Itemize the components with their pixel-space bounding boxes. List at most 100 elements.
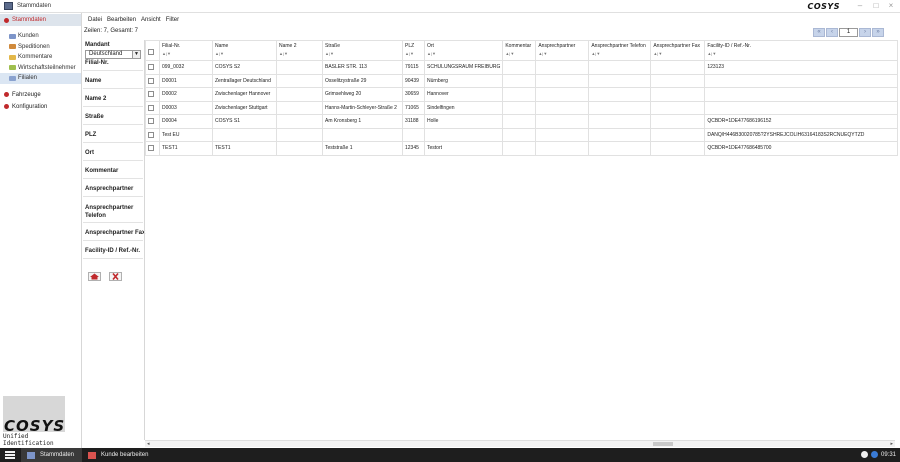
filter-input-ansprechpartner-fax[interactable] [83, 240, 143, 241]
filter-input-facility-id[interactable] [83, 258, 143, 259]
next-page-button[interactable]: › [859, 28, 871, 37]
table-cell: QCBDR=1DE477686485700 [704, 141, 899, 156]
menu-datei[interactable]: Datei [88, 17, 102, 23]
table-row[interactable]: D0004 COSYS S1 Am Kronsberg 1 31188 Holle QCB… [145, 114, 899, 129]
menu-filter[interactable]: Filter [166, 17, 179, 23]
row-checkbox[interactable] [148, 118, 154, 125]
menu-ansicht[interactable]: Ansicht [141, 17, 161, 23]
table-row[interactable]: D0002 Zwischenlager Hannover Grimsehlweg 2… [145, 87, 899, 102]
row-select-cell[interactable] [145, 60, 160, 75]
filter-input-name[interactable] [83, 88, 143, 89]
select-all-cell[interactable] [145, 40, 160, 61]
nav-section-konfiguration[interactable]: Konfiguration [0, 101, 81, 113]
menu-bar: Datei Bearbeiten Ansicht Filter [83, 14, 900, 26]
sidebar-item-wirtschaftsteilnehmer[interactable]: Wirtschaftsteilnehmer [0, 63, 81, 74]
sort-icon[interactable]: ▲|▼ [427, 51, 500, 56]
close-icon[interactable]: × [885, 1, 897, 11]
row-select-cell[interactable] [145, 127, 160, 142]
scroll-right-icon[interactable]: ▸ [890, 441, 893, 447]
nav-section-fahrzeuge[interactable]: Fahrzeuge [0, 89, 81, 101]
chevron-down-icon[interactable]: ▼ [132, 51, 140, 58]
mandant-select[interactable]: Deutschland ▼ [85, 50, 141, 59]
sort-icon[interactable]: ▲|▼ [538, 51, 586, 56]
page-input[interactable]: 1 [839, 28, 858, 37]
nav-section-stammdaten[interactable]: Stammdaten [0, 14, 81, 26]
table-cell: Zwischenlager Hannover [212, 87, 277, 102]
table-cell: Nürnberg [423, 73, 504, 88]
sort-icon[interactable]: ▲|▼ [505, 51, 533, 56]
start-menu-icon[interactable] [5, 451, 15, 459]
table-cell [502, 60, 537, 75]
column-header[interactable]: Name 2 ▲|▼ [276, 40, 323, 61]
column-header[interactable]: Ansprechpartner ▲|▼ [535, 40, 590, 61]
filter-input-name2[interactable] [83, 106, 143, 107]
table-row[interactable]: 099_0032 COSYS S2 BASLER STR. 113 79115 SCHU… [145, 60, 899, 75]
column-header[interactable]: Filial-Nr. ▲|▼ [159, 40, 213, 61]
sidebar-item-speditionen[interactable]: Speditionen [0, 42, 81, 53]
table-cell [276, 100, 323, 115]
sort-icon[interactable]: ▲|▼ [215, 51, 274, 56]
customers-icon [88, 451, 97, 459]
sort-icon[interactable]: ▲|▼ [591, 51, 648, 56]
filter-input-kommentar[interactable] [83, 178, 143, 179]
row-checkbox[interactable] [148, 77, 154, 84]
row-select-cell[interactable] [145, 114, 160, 129]
column-header[interactable]: Kommentar ▲|▼ [502, 40, 537, 61]
row-checkbox[interactable] [148, 145, 154, 152]
sort-icon[interactable]: ▲|▼ [325, 51, 400, 56]
filter-input-ort[interactable] [83, 160, 143, 161]
column-header[interactable]: Ort ▲|▼ [423, 40, 504, 61]
column-header[interactable]: Facility-ID / Ref.-Nr. ▲|▼ [704, 40, 899, 61]
clear-filter-button[interactable] [109, 272, 122, 281]
sort-icon[interactable]: ▲|▼ [405, 51, 422, 56]
minimize-icon[interactable]: – [854, 1, 866, 11]
menu-bearbeiten[interactable]: Bearbeiten [107, 17, 136, 23]
column-header[interactable]: Straße ▲|▼ [322, 40, 403, 61]
table-cell [502, 127, 537, 142]
table-row[interactable]: Test EU DANQ/H446B30020785?2YSHREJCOLIH63… [145, 127, 899, 142]
network-icon[interactable] [860, 451, 868, 458]
sort-icon[interactable]: ▲|▼ [707, 51, 895, 56]
table-cell: Test EU [159, 127, 213, 142]
home-button[interactable] [88, 272, 101, 281]
column-header[interactable]: Ansprechpartner Telefon ▲|▼ [588, 40, 652, 61]
row-select-cell[interactable] [145, 141, 160, 156]
column-header[interactable]: Ansprechpartner Fax ▲|▼ [650, 40, 706, 61]
row-checkbox[interactable] [148, 131, 154, 138]
horizontal-scrollbar[interactable]: ◂ ▸ [145, 440, 895, 447]
row-checkbox[interactable] [148, 64, 154, 71]
column-header[interactable]: Name ▲|▼ [212, 40, 277, 61]
row-checkbox[interactable] [148, 91, 154, 98]
row-checkbox[interactable] [148, 104, 154, 111]
scroll-left-icon[interactable]: ◂ [147, 441, 150, 447]
taskbar-item-kunde-bearbeiten[interactable]: Kunde bearbeiten [82, 448, 156, 462]
logo-tagline: Unified Identification [3, 433, 54, 447]
column-header[interactable]: PLZ ▲|▼ [402, 40, 425, 61]
sidebar-item-filialen[interactable]: Filialen [0, 73, 81, 84]
table-row[interactable]: TEST1 TEST1 Teststraße 1 12345 Testort QCBDR=… [145, 141, 899, 156]
row-select-cell[interactable] [145, 100, 160, 115]
data-table: Filial-Nr. ▲|▼ Name ▲|▼ Name 2 ▲|▼ Straße ▲|… [145, 40, 899, 156]
table-row[interactable]: D0003 Zwischenlager Stuttgart Hanns-Martin… [145, 100, 899, 115]
row-select-cell[interactable] [145, 87, 160, 102]
filter-input-filial-nr[interactable] [83, 70, 143, 71]
last-page-button[interactable]: » [872, 28, 884, 37]
filter-input-strasse[interactable] [83, 124, 143, 125]
filter-input-ansprechpartner-telefon[interactable] [83, 222, 143, 223]
taskbar-item-stammdaten[interactable]: Stammdaten [21, 448, 83, 462]
table-row[interactable]: D0001 Zentrallager Deutschland Osselitzyst… [145, 73, 899, 88]
sidebar-item-kommentare[interactable]: Kommentare [0, 52, 81, 63]
sort-icon[interactable]: ▲|▼ [279, 51, 320, 56]
filter-input-ansprechpartner[interactable] [83, 196, 143, 197]
prev-page-button[interactable]: ‹ [826, 28, 838, 37]
sort-icon[interactable]: ▲|▼ [653, 51, 702, 56]
row-select-cell[interactable] [145, 73, 160, 88]
status-icon[interactable] [870, 451, 878, 458]
filter-input-plz[interactable] [83, 142, 143, 143]
maximize-icon[interactable]: □ [870, 1, 882, 11]
sort-icon[interactable]: ▲|▼ [162, 51, 210, 56]
first-page-button[interactable]: « [813, 28, 825, 37]
sidebar-item-kunden[interactable]: Kunden [0, 31, 81, 42]
select-all-checkbox[interactable] [148, 49, 154, 55]
scroll-thumb[interactable] [653, 442, 673, 446]
